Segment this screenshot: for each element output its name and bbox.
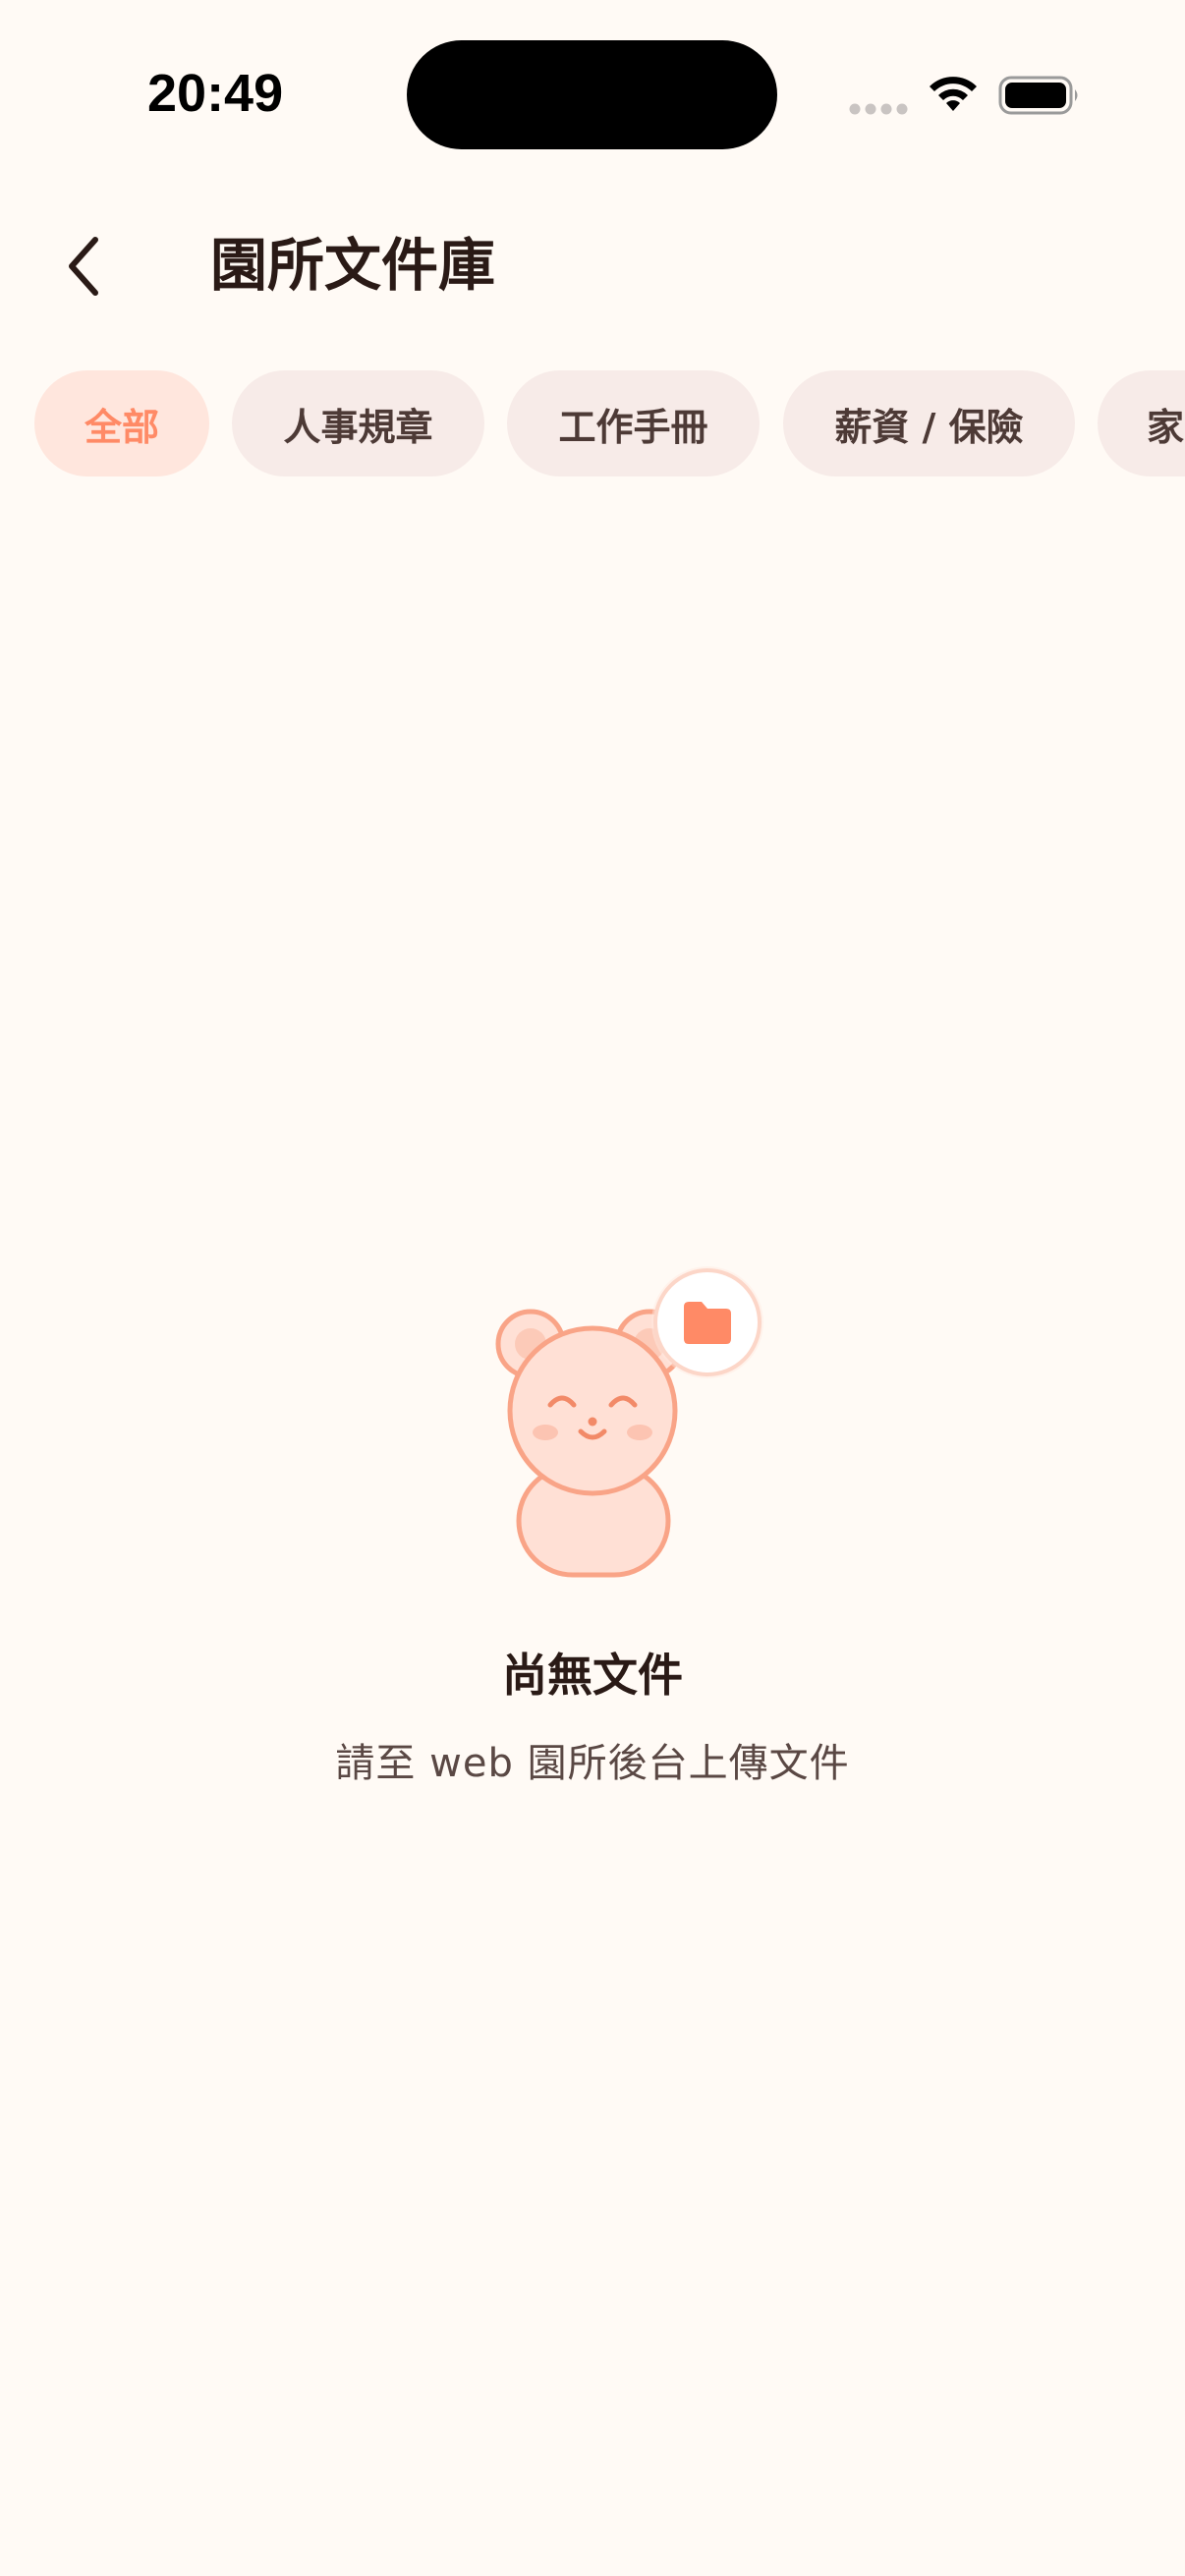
category-filter-bar: 全部 人事規章 工作手冊 薪資 / 保險 家 (0, 370, 1185, 478)
page-title: 園所文件庫 (210, 232, 496, 299)
wifi-icon (930, 77, 977, 111)
battery-icon (998, 76, 1078, 115)
category-chip-work-manual[interactable]: 工作手冊 (507, 370, 760, 476)
back-button[interactable] (51, 224, 116, 308)
status-time: 20:49 (147, 64, 284, 123)
empty-state-title: 尚無文件 (502, 1649, 683, 1702)
category-chip-hr-rules[interactable]: 人事規章 (232, 370, 484, 476)
dynamic-island (407, 40, 777, 149)
empty-state-subtitle: 請至 web 園所後台上傳文件 (335, 1741, 850, 1786)
category-chip-family[interactable]: 家 (1098, 370, 1185, 476)
category-chip-all[interactable]: 全部 (34, 370, 209, 476)
category-chip-salary-insurance[interactable]: 薪資 / 保險 (783, 370, 1075, 476)
chevron-left-icon (69, 237, 98, 296)
bear-with-folder-icon (495, 1266, 763, 1578)
signal-dots-icon (849, 103, 908, 115)
